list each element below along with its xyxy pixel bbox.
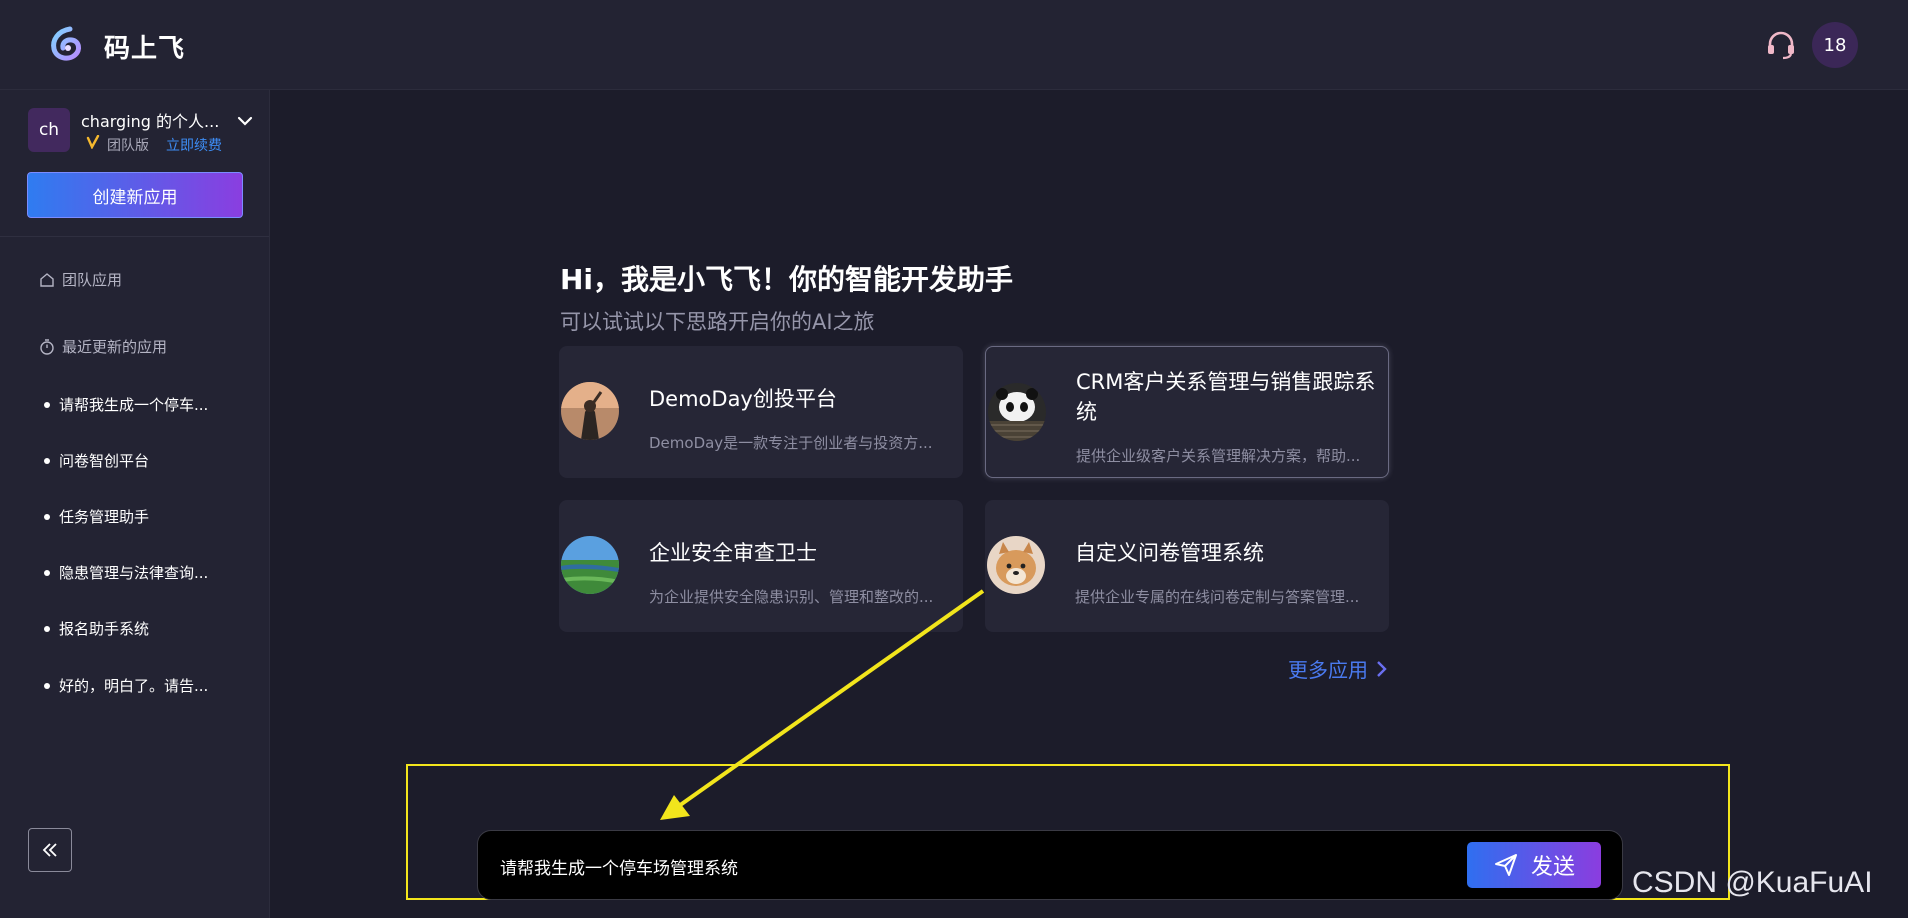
recent-app-item[interactable]: 好的，明白了。请告... [44,675,208,696]
plan-badge-icon [86,135,100,149]
more-apps-link[interactable]: 更多应用 [1288,654,1388,683]
card-title: CRM客户关系管理与销售跟踪系统 [1076,370,1376,424]
collapse-sidebar-button[interactable] [28,828,72,872]
recent-app-label: 问卷智创平台 [59,452,150,470]
renew-link[interactable]: 立即续费 [166,135,222,155]
bullet-dot [44,457,50,464]
app-card-survey[interactable]: 自定义问卷管理系统 提供企业专属的在线问卷定制与答案管理... [985,500,1389,632]
chevron-down-icon[interactable] [236,112,254,130]
app-logo-icon[interactable] [48,26,84,62]
sidebar-section-recent: 最近更新的应用 [38,336,167,357]
card-thumbnail-image [988,383,1046,441]
greeting-subtitle: 可以试试以下思路开启你的AI之旅 [560,310,875,334]
app-name: 码上飞 [104,34,186,64]
app-card-crm[interactable]: CRM客户关系管理与销售跟踪系统 提供企业级客户关系管理解决方案，帮助... [985,346,1389,478]
sidebar-item-label: 团队应用 [62,271,123,289]
home-icon [40,272,54,287]
card-description: DemoDay是一款专注于创业者与投资方... [649,434,933,452]
greeting-title: Hi，我是小飞飞！你的智能开发助手 [560,263,1014,296]
card-title: 企业安全审查卫士 [649,541,817,565]
recent-app-item[interactable]: 报名助手系统 [44,618,149,639]
headset-support-icon[interactable] [1764,28,1798,62]
chevron-right-icon [1377,660,1387,677]
card-description: 为企业提供安全隐患识别、管理和整改的... [649,588,934,606]
recent-app-label: 任务管理助手 [59,508,150,526]
double-chevron-left-icon [42,843,57,857]
create-app-button[interactable]: 创建新应用 [27,172,243,218]
card-thumbnail-image [987,536,1045,594]
team-avatar[interactable]: ch [28,108,70,152]
card-thumbnail-image [561,382,619,440]
recent-app-item[interactable]: 请帮我生成一个停车... [44,394,208,415]
recent-app-label: 好的，明白了。请告... [59,677,209,695]
send-label: 发送 [1530,855,1575,880]
app-card-demoday[interactable]: DemoDay创投平台 DemoDay是一款专注于创业者与投资方... [559,346,963,478]
recent-app-label: 请帮我生成一个停车... [59,396,209,414]
bullet-dot [44,625,50,632]
prompt-input[interactable] [500,851,1360,881]
more-apps-label: 更多应用 [1288,658,1368,682]
card-description: 提供企业级客户关系管理解决方案，帮助... [1076,447,1361,465]
paper-plane-icon [1494,854,1517,876]
send-button[interactable]: 发送 [1467,842,1601,888]
sidebar-divider [0,236,269,237]
sidebar-item-team-apps[interactable]: 团队应用 [38,269,122,290]
plan-label: 团队版 [107,138,149,154]
user-avatar[interactable]: 18 [1812,22,1858,68]
bullet-dot [44,682,50,689]
card-title: 自定义问卷管理系统 [1075,541,1264,565]
recent-app-item[interactable]: 任务管理助手 [44,506,149,527]
recent-app-label: 报名助手系统 [59,620,150,638]
team-name[interactable]: charging 的个人... [81,108,241,132]
watermark-text: CSDN @KuaFuAI [1632,866,1873,899]
card-thumbnail-image [561,536,619,594]
app-card-security[interactable]: 企业安全审查卫士 为企业提供安全隐患识别、管理和整改的... [559,500,963,632]
sidebar: ch charging 的个人... 团队版 立即续费 创建新应用 团队应用 最… [0,90,270,918]
recent-app-item[interactable]: 隐患管理与法律查询... [44,562,208,583]
timer-icon [40,338,54,355]
recent-app-item[interactable]: 问卷智创平台 [44,450,149,471]
bullet-dot [44,401,50,408]
prompt-input-bar: 发送 [477,830,1623,900]
recent-app-label: 隐患管理与法律查询... [59,564,209,582]
top-bar: 码上飞 18 [0,0,1908,90]
sidebar-section-label: 最近更新的应用 [62,338,168,356]
card-title: DemoDay创投平台 [649,387,837,411]
bullet-dot [44,513,50,520]
bullet-dot [44,569,50,576]
card-description: 提供企业专属的在线问卷定制与答案管理... [1075,588,1360,606]
